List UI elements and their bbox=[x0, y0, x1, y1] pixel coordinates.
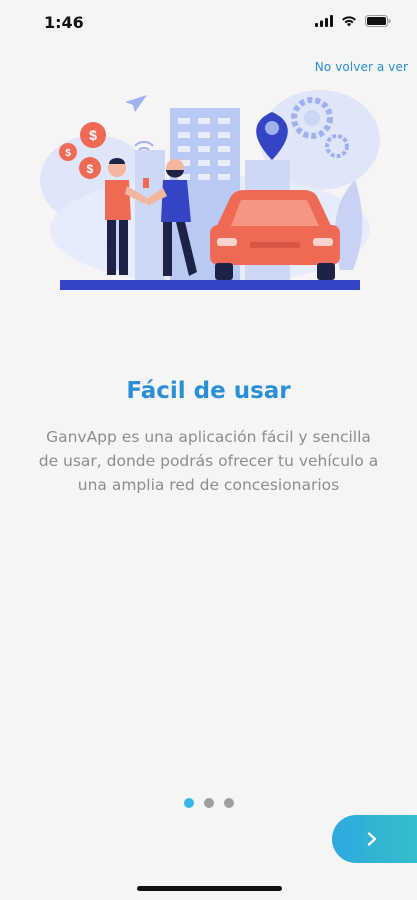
status-bar: 1:46 bbox=[0, 0, 417, 46]
page-indicator bbox=[0, 798, 417, 808]
page-dot bbox=[223, 798, 234, 808]
handshake-car-illustration: $ $ $ bbox=[40, 90, 380, 290]
battery-icon bbox=[365, 15, 391, 27]
wifi-icon bbox=[342, 16, 356, 27]
status-time: 1:46 bbox=[44, 13, 84, 32]
svg-text:$: $ bbox=[87, 162, 94, 176]
home-indicator bbox=[137, 886, 282, 891]
page-dot bbox=[203, 798, 214, 808]
status-icons bbox=[315, 15, 391, 27]
slide-title: Fácil de usar bbox=[126, 378, 291, 404]
next-button[interactable] bbox=[332, 815, 417, 863]
page-dot-active bbox=[183, 798, 194, 808]
svg-text:$: $ bbox=[89, 127, 97, 143]
svg-text:$: $ bbox=[65, 148, 71, 159]
skip-link[interactable]: No volver a ver bbox=[315, 60, 408, 74]
signal-icon bbox=[315, 15, 333, 27]
slide-description: GanvApp es una aplicación fácil y sencil… bbox=[38, 428, 379, 494]
chevron-right-icon bbox=[367, 832, 377, 846]
